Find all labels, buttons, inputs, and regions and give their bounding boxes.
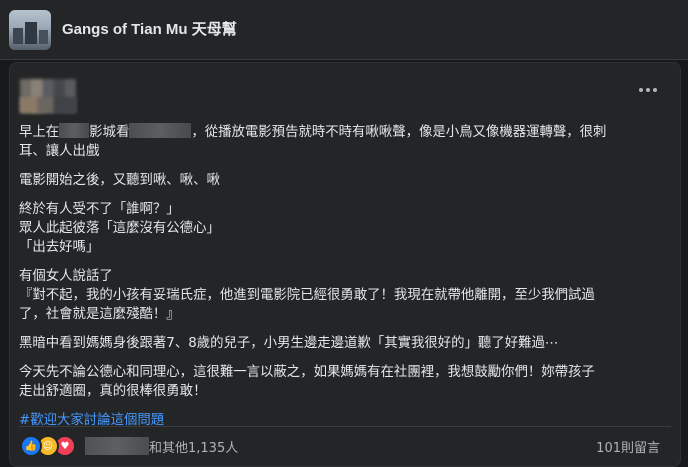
post-hashtag-line: #歡迎大家討論這個問題	[19, 411, 669, 430]
comments-count[interactable]: 101則留言	[596, 437, 660, 456]
more-options-icon[interactable]	[636, 85, 660, 95]
reaction-count[interactable]: 和其他1,135人	[149, 437, 238, 456]
post-text: 影城看	[89, 125, 130, 140]
post-text: ，從播放電影預告就時不時有啾啾聲，像是小鳥又像機器運轉聲，很刺	[191, 125, 607, 140]
post-text: 終於有人受不了「誰啊？」	[19, 202, 180, 217]
post-text: 眾人此起彼落「這麼沒有公德心」	[19, 221, 220, 236]
author-name-redacted[interactable]	[20, 97, 76, 113]
redacted-cinema	[59, 123, 90, 138]
group-name[interactable]: Gangs of Tian Mu 天母幫	[62, 18, 237, 39]
group-header: Gangs of Tian Mu 天母幫	[0, 0, 688, 60]
reactions-summary[interactable]: 👍 ☺ ♥ 和其他1,135人	[20, 435, 238, 457]
post-paragraph-1: 早上在 影城看 ，從播放電影預告就時不時有啾啾聲，像是小鳥又像機器運轉聲，很刺 耳、…	[19, 123, 669, 161]
post-card: 早上在 影城看 ，從播放電影預告就時不時有啾啾聲，像是小鳥又像機器運轉聲，很刺 耳、…	[9, 62, 681, 467]
post-text: 『對不起，我的小孩有妥瑞氏症，他進到電影院已經很勇敢了！我現在就帶他離開，至少我…	[19, 288, 595, 303]
post-text: 今天先不論公德心和同理心，這很難一言以蔽之，如果媽媽有在社團裡，我想鼓勵你們！妳…	[19, 365, 595, 380]
post-text: 耳、讓人出戲	[19, 144, 100, 159]
post-text: 走出舒適圈，真的很棒很勇敢！	[19, 384, 207, 399]
post-paragraph-4: 有個女人說話了 『對不起，我的小孩有妥瑞氏症，他進到電影院已經很勇敢了！我現在就…	[19, 267, 669, 324]
post-paragraph-2: 電影開始之後，又聽到啾、啾、啾	[19, 173, 220, 188]
divider	[19, 426, 671, 427]
post-text: 有個女人說話了	[19, 269, 113, 284]
post-text: 早上在	[19, 125, 60, 140]
post-paragraph-5: 黑暗中看到媽媽身後跟著7、8歲的兒子，小男生邊走邊道歉「其實我很好的」聽了好難過…	[19, 336, 559, 351]
group-avatar[interactable]	[9, 10, 51, 50]
redacted-movie	[129, 123, 192, 138]
post-paragraph-6: 今天先不論公德心和同理心，這很難一言以蔽之，如果媽媽有在社團裡，我想鼓勵你們！妳…	[19, 363, 669, 401]
redacted-reactor-name	[85, 437, 149, 455]
post-body: 早上在 影城看 ，從播放電影預告就時不時有啾啾聲，像是小鳥又像機器運轉聲，很刺 耳、…	[19, 123, 669, 440]
post-text: 「出去好嗎」	[19, 240, 100, 255]
post-paragraph-3: 終於有人受不了「誰啊？」 眾人此起彼落「這麼沒有公德心」 「出去好嗎」	[19, 200, 669, 257]
post-text: 了，社會就是這麼殘酷！』	[19, 307, 180, 322]
like-reaction-icon: 👍	[20, 435, 42, 457]
